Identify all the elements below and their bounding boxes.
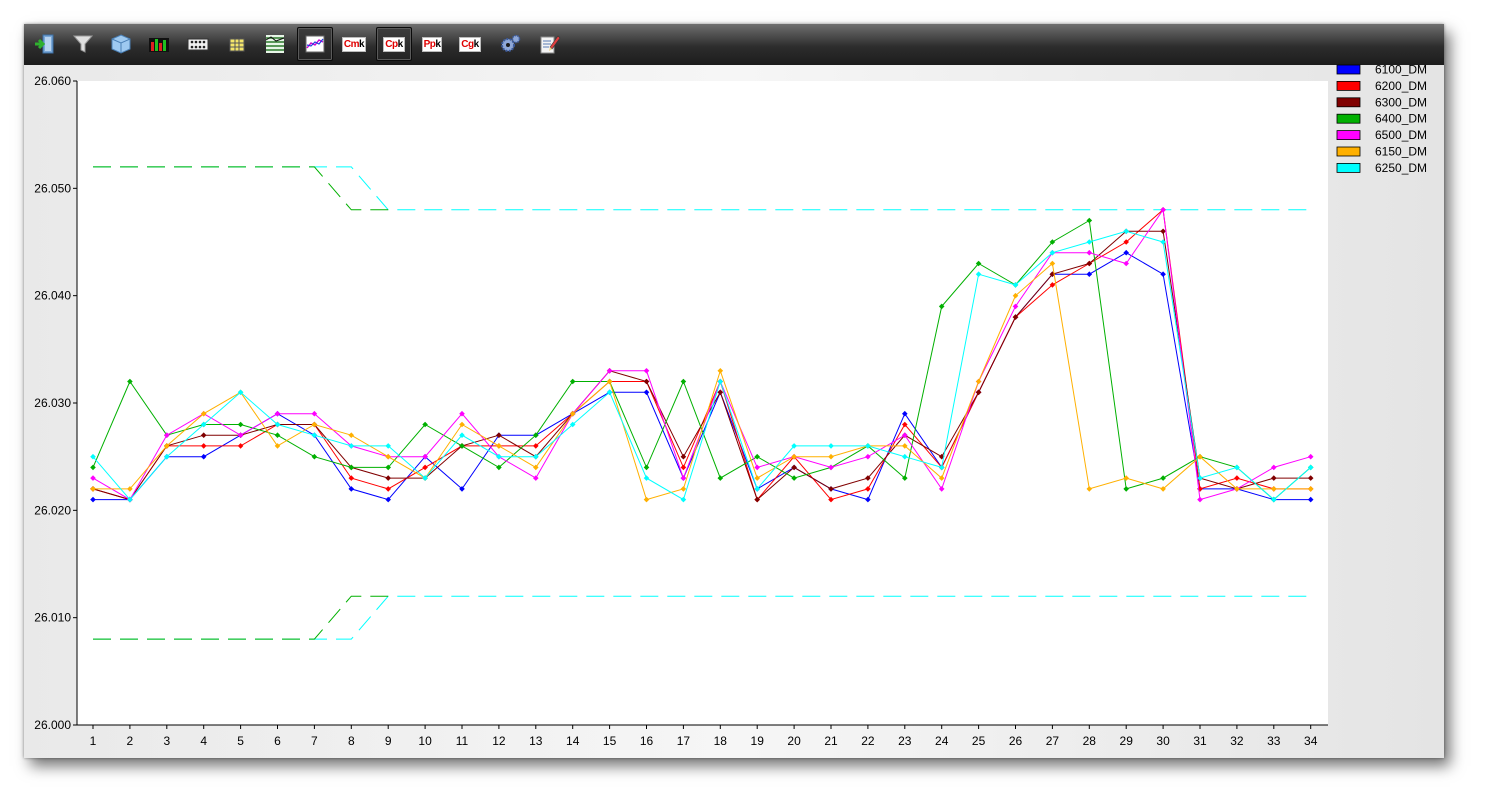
y-tick-label: 26.030 <box>34 396 71 410</box>
x-tick-label: 10 <box>418 734 432 748</box>
x-tick-label: 34 <box>1304 734 1318 748</box>
legend-label: 6100_DM <box>1375 63 1427 77</box>
x-tick-label: 12 <box>492 734 506 748</box>
x-tick-label: 7 <box>311 734 318 748</box>
legend-item[interactable]: 6500_DM <box>1336 128 1427 142</box>
y-tick-label: 26.060 <box>34 74 71 88</box>
x-tick-label: 15 <box>603 734 617 748</box>
x-tick-label: 24 <box>935 734 949 748</box>
x-tick-label: 9 <box>385 734 392 748</box>
legend-swatch <box>1336 97 1361 108</box>
legend-swatch <box>1336 162 1361 173</box>
x-tick-label: 31 <box>1193 734 1207 748</box>
x-tick-label: 6 <box>274 734 281 748</box>
y-tick-label: 26.020 <box>34 503 71 517</box>
legend-swatch <box>1336 81 1361 91</box>
legend-swatch <box>1336 113 1361 124</box>
x-tick-label: 8 <box>348 734 355 748</box>
x-tick-label: 21 <box>824 734 838 748</box>
legend-item[interactable]: 6300_DM <box>1336 95 1427 109</box>
x-tick-label: 18 <box>714 734 728 748</box>
x-tick-label: 2 <box>127 734 134 748</box>
x-tick-label: 26 <box>1009 734 1023 748</box>
legend-item[interactable]: 6250_DM <box>1336 161 1427 175</box>
y-tick-label: 26.050 <box>34 181 71 195</box>
plot-area <box>77 81 1328 725</box>
y-tick-label: 26.010 <box>34 611 71 625</box>
legend-label: 6300_DM <box>1375 95 1427 109</box>
x-tick-label: 17 <box>677 734 691 748</box>
x-tick-label: 1 <box>90 734 97 748</box>
legend-label: 6150_DM <box>1375 145 1427 159</box>
legend-item[interactable]: 6400_DM <box>1336 112 1427 126</box>
y-tick-label: 26.000 <box>34 718 71 732</box>
legend-label: 6400_DM <box>1375 112 1427 126</box>
x-tick-label: 19 <box>751 734 765 748</box>
x-tick-label: 16 <box>640 734 654 748</box>
x-tick-label: 11 <box>456 734 469 748</box>
legend-item[interactable]: 6100_DM <box>1336 63 1427 77</box>
x-tick-label: 23 <box>898 734 912 748</box>
x-tick-label: 30 <box>1156 734 1170 748</box>
x-tick-label: 3 <box>163 734 170 748</box>
x-tick-label: 25 <box>972 734 986 748</box>
x-tick-label: 32 <box>1230 734 1244 748</box>
app-window: Cmk Cpk Ppk Cgk 26.000 26.010 26.020 26.030 26.… <box>24 24 1444 758</box>
x-tick-label: 20 <box>787 734 801 748</box>
x-tick-label: 27 <box>1046 734 1060 748</box>
legend-swatch <box>1336 64 1361 75</box>
x-tick-label: 5 <box>237 734 244 748</box>
x-tick-label: 4 <box>200 734 207 748</box>
x-tick-label: 33 <box>1267 734 1281 748</box>
legend-label: 6200_DM <box>1375 79 1427 93</box>
legend-item[interactable]: 6150_DM <box>1336 145 1427 159</box>
legend-item[interactable]: 6200_DM <box>1336 79 1427 93</box>
x-tick-label: 14 <box>566 734 580 748</box>
legend-label: 6500_DM <box>1375 128 1427 142</box>
x-tick-label: 22 <box>861 734 875 748</box>
x-tick-label: 28 <box>1083 734 1097 748</box>
x-tick-label: 29 <box>1120 734 1134 748</box>
legend-swatch <box>1336 130 1361 140</box>
legend-label: 6250_DM <box>1375 161 1427 175</box>
y-tick-label: 26.040 <box>34 289 71 303</box>
chart: 26.000 26.010 26.020 26.030 26.040 26.050 26.0… <box>34 63 1427 749</box>
x-tick-label: 13 <box>529 734 543 748</box>
legend: 6100_DM 6200_DM 6300_DM 6400_DM 6500_DM 6150_… <box>1336 63 1427 175</box>
legend-swatch <box>1336 146 1361 157</box>
